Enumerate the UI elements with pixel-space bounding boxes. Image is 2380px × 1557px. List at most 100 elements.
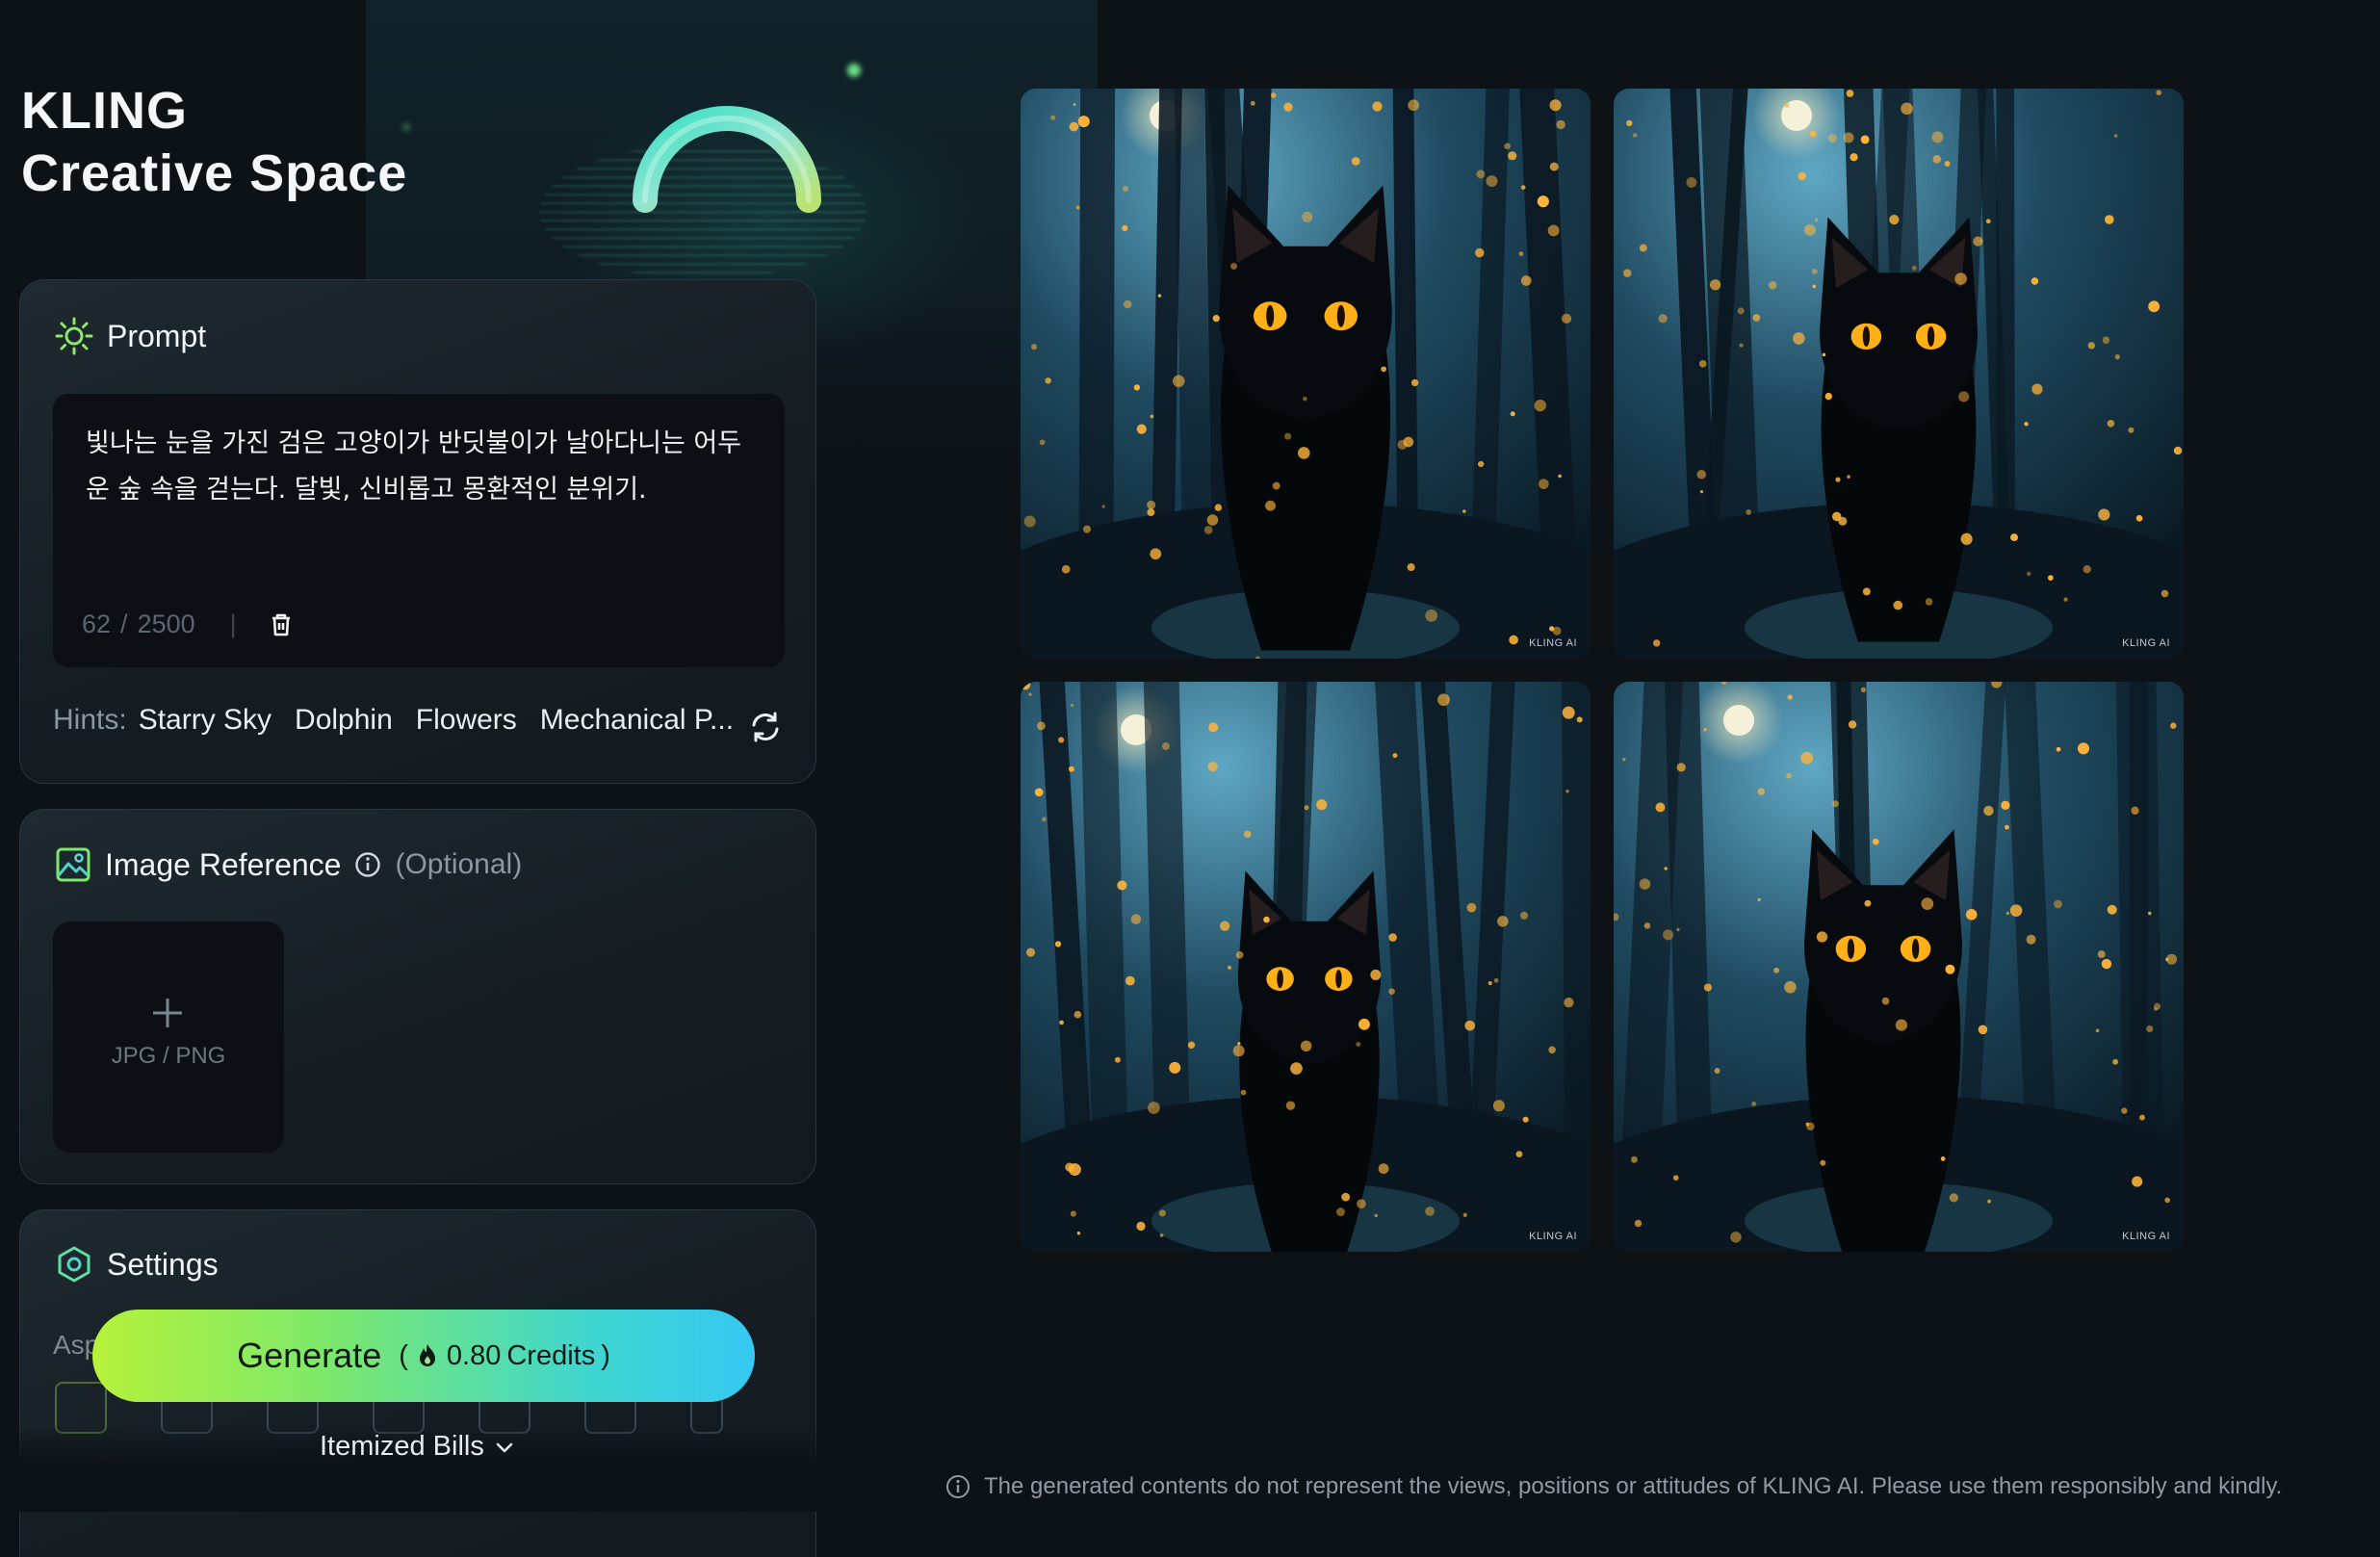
disclaimer: The generated contents do not represent … [945,1473,2282,1500]
firefly [2128,427,2134,433]
firefly [1889,214,1900,225]
firefly [1622,758,1626,762]
black-cat [1237,870,1382,1252]
firefly [1410,378,1419,387]
firefly [1388,988,1395,996]
firefly [1042,817,1047,822]
firefly [1082,525,1091,533]
firefly [1212,315,1220,323]
firefly [1520,185,1526,190]
firefly [1960,532,1973,545]
firefly [1504,143,1511,150]
firefly [1847,475,1850,479]
firefly [1388,933,1397,942]
itemized-bills-toggle[interactable]: Itemized Bills [320,1431,515,1463]
firefly [1831,511,1842,522]
firefly [1816,931,1828,943]
firefly [1285,1101,1296,1110]
prompt-hints: Hints: Starry Sky Dolphin Flowers Mechan… [53,704,757,737]
firefly [1025,947,1036,957]
prompt-textarea[interactable]: 빛나는 눈을 가진 검은 고양이가 반딧불이가 날아다니는 어두운 숲 속을 걷… [53,394,785,667]
firefly [2112,1058,2119,1065]
firefly [1169,1061,1181,1074]
firefly [1351,157,1360,166]
image-reference-title: Image Reference [105,846,342,882]
hint-dolphin[interactable]: Dolphin [295,704,393,737]
credits-cost: ( 0.80 Credits ) [399,1340,610,1372]
firefly [1101,505,1105,508]
firefly [1827,134,1838,143]
firefly [1235,950,1244,959]
firefly [1940,1156,1946,1161]
firefly [1893,600,1903,610]
hint-mechanical[interactable]: Mechanical P... [540,704,734,737]
firefly [1148,1102,1160,1114]
firefly [1158,1209,1166,1217]
firefly [2098,508,2110,521]
optional-label: (Optional) [395,848,523,880]
firefly [2077,742,2090,755]
firefly [1757,897,1761,902]
firefly [2173,446,2183,455]
firefly [1860,687,1867,692]
refresh-icon[interactable] [748,710,783,744]
firefly [1576,716,1583,723]
generated-image-3[interactable]: KLING AI [1021,682,1591,1252]
firefly [1626,119,1633,127]
firefly [1703,983,1713,992]
firefly [1150,548,1162,560]
prompt-text[interactable]: 빛나는 눈을 가진 검은 고양이가 반딧불이가 날아다니는 어두운 숲 속을 걷… [86,421,760,513]
image-upload-dropzone[interactable]: JPG / PNG [53,921,284,1153]
firefly [1240,1089,1247,1096]
firefly [2027,571,2031,576]
firefly [1478,460,1485,468]
hint-flowers[interactable]: Flowers [416,704,517,737]
upload-format-label: JPG / PNG [111,1043,226,1069]
firefly [1229,262,1238,270]
firefly [1850,153,1858,162]
generated-image-1[interactable]: KLING AI [1021,89,1591,659]
hint-starry-sky[interactable]: Starry Sky [139,704,272,737]
firefly [1632,133,1638,138]
firefly [1243,830,1252,839]
firefly [2148,300,2160,313]
firefly [1814,218,1819,222]
firefly [1752,314,1761,322]
firefly [1407,563,1415,572]
firefly [1133,384,1141,391]
trash-icon[interactable] [268,611,295,638]
firefly [1028,692,1032,696]
firefly [1227,965,1232,970]
firefly [1663,929,1674,941]
generated-image-2[interactable]: KLING AI [1614,89,2184,659]
firefly [1208,722,1219,733]
firefly [1358,1018,1370,1030]
firefly [1136,424,1147,434]
firefly [1848,720,1857,729]
firefly [2164,1197,2171,1204]
fire-icon [419,1344,435,1366]
brand-name: KLING [21,82,188,140]
firefly [2001,800,2010,810]
firefly [1652,639,1661,647]
settings-hexagon-icon [58,1246,91,1283]
firefly [1921,897,1934,911]
settings-title: Settings [107,1246,219,1282]
firefly [1824,392,1832,401]
firefly [1303,396,1307,402]
char-limit: 2500 [137,610,195,638]
generated-image-4[interactable]: KLING AI [1614,682,2184,1252]
firefly [1932,155,1942,164]
firefly [2031,383,2043,395]
firefly [1122,224,1128,232]
firefly [1045,377,1051,384]
firefly [1539,479,1549,489]
firefly [1397,439,1408,450]
generate-button[interactable]: Generate ( 0.80 Credits ) [92,1310,755,1402]
firefly [1381,366,1387,373]
firefly [1214,504,1223,511]
black-cat [1219,185,1392,651]
info-icon[interactable] [354,851,381,878]
firefly [1686,176,1697,188]
firefly [1392,753,1398,759]
